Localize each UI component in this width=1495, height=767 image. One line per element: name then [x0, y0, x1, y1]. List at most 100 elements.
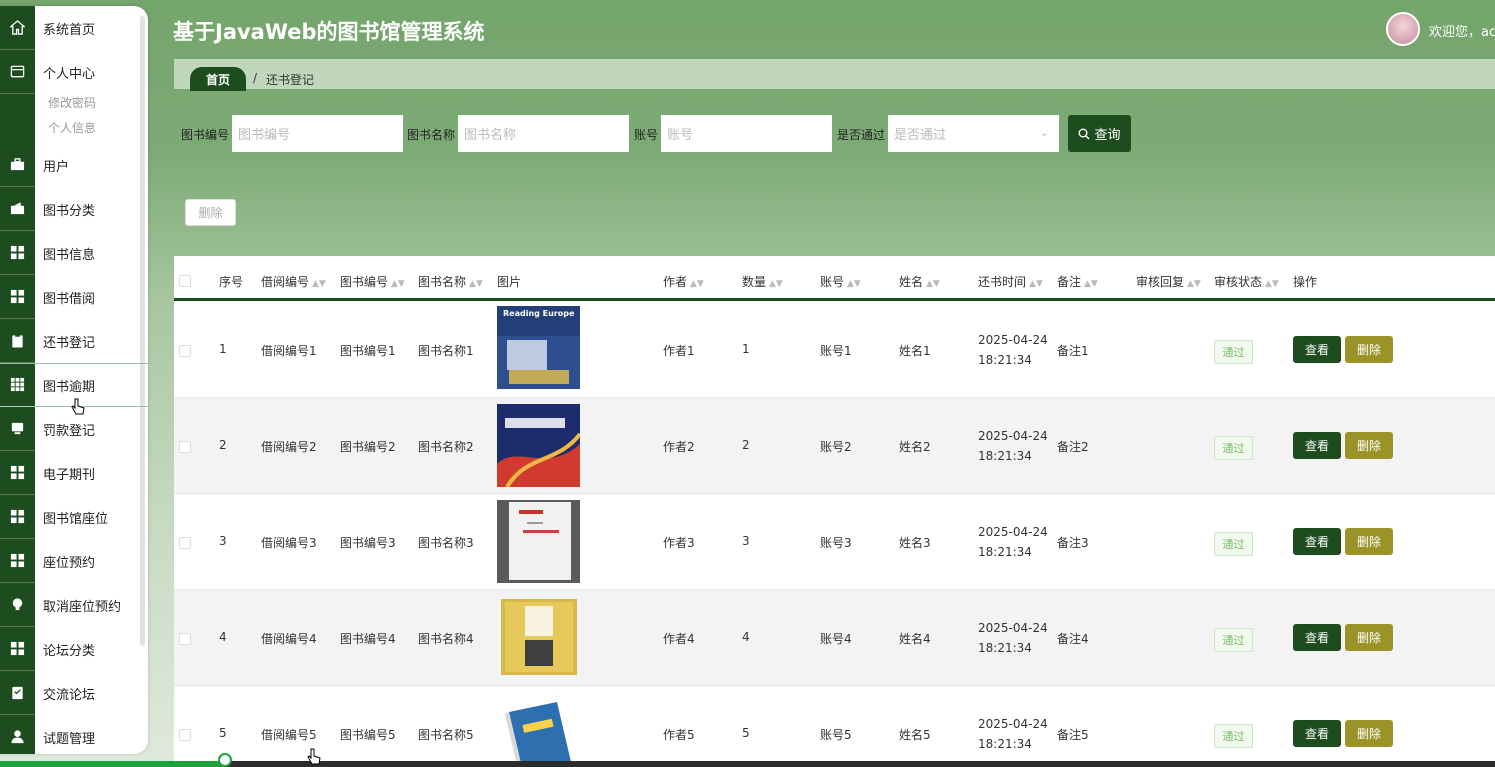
sidebar-item-cancel-seat-reservation[interactable]: 取消座位预约 — [0, 583, 148, 627]
view-button[interactable]: 查看 — [1293, 336, 1341, 363]
sidebar-item-book-info[interactable]: 图书信息 — [0, 231, 148, 275]
query-button[interactable]: 查询 — [1068, 115, 1131, 152]
row-checkbox[interactable] — [179, 633, 191, 645]
col-author-label: 作者 — [663, 275, 688, 289]
col-author[interactable]: 作者 ▲▼ — [663, 273, 704, 290]
avatar[interactable] — [1386, 12, 1420, 46]
col-book-name-label: 图书名称 — [418, 275, 467, 289]
sidebar-item-personal-center[interactable]: 个人中心 — [0, 50, 148, 94]
delete-button[interactable]: 删除 — [1345, 720, 1393, 747]
sidebar-item-return-register[interactable]: 还书登记 — [0, 319, 148, 363]
sort-icon[interactable]: ▲▼ — [1084, 279, 1098, 289]
sidebar-item-label: 用户 — [43, 159, 70, 175]
col-book-name[interactable]: 图书名称 ▲▼ — [418, 273, 483, 290]
sort-icon[interactable]: ▲▼ — [1187, 279, 1201, 289]
chevron-down-icon: ⌄ — [1039, 126, 1049, 139]
status-badge: 通过 — [1214, 436, 1253, 460]
table-row: 1 借阅编号1 图书编号1 图书名称1 Reading Europe 作者1 1… — [174, 302, 1495, 398]
sidebar-item-forum[interactable]: 交流论坛 — [0, 671, 148, 715]
delete-button[interactable]: 删除 — [1345, 336, 1393, 363]
data-table: 序号 借阅编号 ▲▼ 图书编号 ▲▼ 图书名称 ▲▼ 图片 作者 ▲▼ 数量 ▲▼ 账号 ▲… — [174, 256, 1495, 767]
sort-icon[interactable]: ▲▼ — [926, 279, 940, 289]
col-borrow-no[interactable]: 借阅编号 ▲▼ — [261, 273, 326, 290]
sidebar-item-book-borrow[interactable]: 图书借阅 — [0, 275, 148, 319]
row-checkbox[interactable] — [179, 441, 191, 453]
row-checkbox[interactable] — [179, 729, 191, 741]
col-name-label: 姓名 — [899, 275, 924, 289]
row-checkbox[interactable] — [179, 345, 191, 357]
delete-button[interactable]: 删除 — [1345, 528, 1393, 555]
cell-index: 3 — [219, 534, 227, 548]
card-icon — [0, 50, 35, 94]
col-account-label: 账号 — [820, 275, 845, 289]
grid-icon — [0, 231, 35, 275]
table-row: 3 借阅编号3 图书编号3 图书名称3 作者3 3 账号3 姓名3 2025-0… — [174, 494, 1495, 590]
sidebar-item-user[interactable]: 用户 — [0, 143, 148, 187]
view-button[interactable]: 查看 — [1293, 432, 1341, 459]
sidebar-item-label: 试题管理 — [43, 731, 96, 747]
col-return-time-label: 还书时间 — [978, 275, 1027, 289]
sort-icon[interactable]: ▲▼ — [690, 279, 704, 289]
sidebar-item-e-journal[interactable]: 电子期刊 — [0, 451, 148, 495]
col-review-reply[interactable]: 审核回复 ▲▼ — [1136, 273, 1201, 290]
col-note[interactable]: 备注 ▲▼ — [1057, 273, 1098, 290]
book-cover-image[interactable] — [497, 500, 580, 583]
sidebar-item-label: 系统首页 — [43, 22, 96, 38]
status-badge: 通过 — [1214, 724, 1253, 748]
cell-name: 姓名4 — [899, 632, 931, 646]
book-cover-image[interactable] — [497, 404, 582, 489]
sort-icon[interactable]: ▲▼ — [847, 279, 861, 289]
col-account[interactable]: 账号 ▲▼ — [820, 273, 861, 290]
select-all-checkbox[interactable] — [179, 275, 191, 287]
cell-return-date: 2025-04-24 — [978, 717, 1048, 731]
sort-icon[interactable]: ▲▼ — [391, 279, 405, 289]
sort-icon[interactable]: ▲▼ — [1265, 279, 1279, 289]
sidebar-sub-change-password[interactable]: 修改密码 — [48, 94, 96, 111]
col-qty[interactable]: 数量 ▲▼ — [742, 273, 783, 290]
sort-icon[interactable]: ▲▼ — [769, 279, 783, 289]
col-book-no[interactable]: 图书编号 ▲▼ — [340, 273, 405, 290]
view-button[interactable]: 查看 — [1293, 720, 1341, 747]
sidebar-item-home[interactable]: 系统首页 — [0, 6, 148, 50]
breadcrumb-home[interactable]: 首页 — [190, 67, 246, 91]
sidebar-item-exam-management[interactable]: 试题管理 — [0, 715, 148, 754]
col-review-status[interactable]: 审核状态 ▲▼ — [1214, 273, 1279, 290]
sort-icon[interactable]: ▲▼ — [1029, 279, 1043, 289]
sidebar-sub-personal-info[interactable]: 个人信息 — [48, 119, 96, 136]
sidebar-item-library-seat[interactable]: 图书馆座位 — [0, 495, 148, 539]
view-button[interactable]: 查看 — [1293, 528, 1341, 555]
batch-delete-button[interactable]: 删除 — [185, 199, 236, 226]
delete-button[interactable]: 删除 — [1345, 432, 1393, 459]
passed-select[interactable]: 是否通过 ⌄ — [888, 115, 1059, 152]
video-progress-handle[interactable] — [218, 753, 232, 767]
grid-icon — [0, 627, 35, 671]
cell-name: 姓名2 — [899, 440, 931, 454]
wallet-icon — [0, 187, 35, 231]
user-icon — [0, 715, 35, 754]
delete-button[interactable]: 删除 — [1345, 624, 1393, 651]
cell-borrow-no: 借阅编号2 — [261, 440, 317, 454]
col-image: 图片 — [497, 275, 522, 289]
cell-return-date: 2025-04-24 — [978, 621, 1048, 635]
col-return-time[interactable]: 还书时间 ▲▼ — [978, 273, 1043, 290]
grid-icon — [0, 275, 35, 319]
cell-return-clock: 18:21:34 — [978, 737, 1032, 751]
book-cover-image[interactable] — [497, 596, 580, 679]
cell-borrow-no: 借阅编号3 — [261, 536, 317, 550]
book-name-input[interactable]: 图书名称 — [458, 115, 629, 152]
book-cover-image[interactable]: Reading Europe — [497, 306, 580, 389]
cell-note: 备注1 — [1057, 344, 1089, 358]
account-input[interactable]: 账号 — [661, 115, 832, 152]
sidebar-item-forum-category[interactable]: 论坛分类 — [0, 627, 148, 671]
sort-icon[interactable]: ▲▼ — [469, 279, 483, 289]
book-cover-image[interactable] — [497, 692, 580, 767]
book-no-input[interactable]: 图书编号 — [232, 115, 403, 152]
sidebar-item-seat-reservation[interactable]: 座位预约 — [0, 539, 148, 583]
row-checkbox[interactable] — [179, 537, 191, 549]
sidebar-item-label: 图书逾期 — [43, 379, 96, 395]
cell-note: 备注2 — [1057, 440, 1089, 454]
col-name[interactable]: 姓名 ▲▼ — [899, 273, 940, 290]
sidebar-item-book-category[interactable]: 图书分类 — [0, 187, 148, 231]
sort-icon[interactable]: ▲▼ — [312, 279, 326, 289]
view-button[interactable]: 查看 — [1293, 624, 1341, 651]
